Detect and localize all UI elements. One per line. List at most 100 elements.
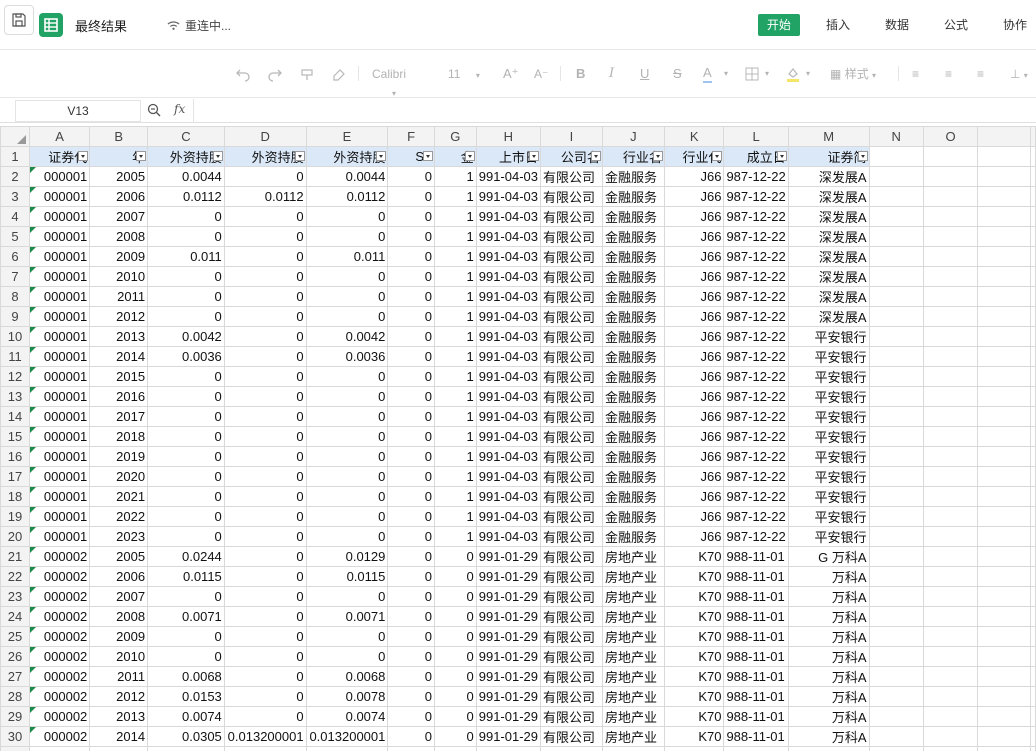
- cell[interactable]: 0.013200001: [223, 726, 307, 747]
- row-header[interactable]: 5: [0, 226, 30, 247]
- cell[interactable]: J66: [663, 366, 725, 387]
- cell[interactable]: 平安银行: [787, 366, 870, 387]
- cell[interactable]: 有限公司: [540, 426, 603, 447]
- cell[interactable]: 房地产业: [601, 666, 665, 687]
- cell[interactable]: 0: [387, 526, 435, 547]
- cell[interactable]: 2010: [89, 646, 149, 667]
- cell[interactable]: 991-01-29: [475, 666, 542, 687]
- cell[interactable]: [1030, 726, 1036, 747]
- cell[interactable]: 0: [305, 426, 389, 447]
- cell[interactable]: J66: [663, 206, 725, 227]
- cell[interactable]: K70: [663, 586, 725, 607]
- undo-icon[interactable]: [236, 65, 250, 83]
- cell[interactable]: 0: [147, 446, 225, 467]
- cell[interactable]: 000001: [28, 506, 91, 527]
- cell[interactable]: 0: [305, 646, 389, 667]
- cell[interactable]: 1: [433, 526, 477, 547]
- cell[interactable]: [1030, 706, 1036, 727]
- cell[interactable]: 988-11-01: [723, 726, 789, 747]
- cell[interactable]: 金融服务: [601, 226, 665, 247]
- cell[interactable]: [922, 306, 979, 327]
- cell[interactable]: [977, 686, 1031, 707]
- row-header[interactable]: 27: [0, 666, 30, 687]
- filter-dropdown-icon[interactable]: [857, 151, 868, 161]
- align-right-icon[interactable]: ≡: [977, 65, 984, 83]
- cell[interactable]: 1: [433, 246, 477, 267]
- cell[interactable]: 987-12-22: [723, 526, 789, 547]
- cell[interactable]: J66: [663, 446, 725, 467]
- document-title[interactable]: 最终结果: [75, 16, 127, 35]
- row-header[interactable]: 19: [0, 506, 30, 527]
- cell[interactable]: 房地产业: [601, 566, 665, 587]
- cell[interactable]: 0: [305, 366, 389, 387]
- cell[interactable]: 988-11-01: [723, 606, 789, 627]
- cell[interactable]: 000001: [28, 386, 91, 407]
- cell[interactable]: 988-11-01: [723, 586, 789, 607]
- cell[interactable]: 987-12-22: [723, 226, 789, 247]
- cell[interactable]: 0: [223, 526, 307, 547]
- cell[interactable]: [868, 366, 924, 387]
- cell[interactable]: 0.0153: [147, 686, 225, 707]
- cell[interactable]: [868, 546, 924, 567]
- cell[interactable]: 0: [387, 446, 435, 467]
- cell[interactable]: 991-04-03: [475, 246, 542, 267]
- cell[interactable]: [977, 186, 1031, 207]
- cell[interactable]: [1030, 366, 1036, 387]
- cell[interactable]: [868, 266, 924, 287]
- cell[interactable]: 0.0044: [305, 166, 389, 187]
- cell[interactable]: [1030, 546, 1036, 567]
- cell[interactable]: 0: [223, 586, 307, 607]
- cell[interactable]: [922, 666, 979, 687]
- cell[interactable]: 2013: [89, 706, 149, 727]
- header-cell[interactable]: 证券简: [787, 146, 870, 167]
- cell[interactable]: 0: [223, 706, 307, 727]
- cell[interactable]: 988-11-01: [723, 666, 789, 687]
- cell[interactable]: [977, 166, 1031, 187]
- cell[interactable]: [868, 286, 924, 307]
- cell[interactable]: 有限公司: [540, 286, 603, 307]
- cell[interactable]: J66: [663, 506, 725, 527]
- cell[interactable]: [977, 506, 1031, 527]
- cell[interactable]: 平安银行: [787, 486, 870, 507]
- cell[interactable]: 2017: [89, 406, 149, 427]
- filter-dropdown-icon[interactable]: [529, 151, 540, 161]
- cell[interactable]: 1: [433, 466, 477, 487]
- column-header-h[interactable]: H: [475, 126, 542, 147]
- cell[interactable]: K70: [663, 726, 725, 747]
- cell[interactable]: [868, 446, 924, 467]
- cell[interactable]: 987-12-22: [723, 246, 789, 267]
- cell[interactable]: 0.011: [305, 246, 389, 267]
- column-header-g[interactable]: G: [433, 126, 477, 147]
- cell[interactable]: 1: [433, 426, 477, 447]
- column-header-empty[interactable]: [977, 126, 1031, 147]
- cell[interactable]: 万科A: [787, 726, 870, 747]
- cell[interactable]: 000001: [28, 366, 91, 387]
- cell[interactable]: 987-12-22: [723, 466, 789, 487]
- cell[interactable]: 有限公司: [540, 306, 603, 327]
- cell[interactable]: 987-12-22: [723, 206, 789, 227]
- cell[interactable]: 0: [387, 486, 435, 507]
- filter-dropdown-icon[interactable]: [78, 151, 89, 161]
- filter-dropdown-icon[interactable]: [422, 151, 433, 161]
- row-header[interactable]: 24: [0, 606, 30, 627]
- cell-name-box[interactable]: V13: [15, 100, 141, 122]
- cell[interactable]: [922, 406, 979, 427]
- cell[interactable]: [977, 646, 1031, 667]
- cell[interactable]: 0: [387, 586, 435, 607]
- cell[interactable]: 金融服务: [601, 466, 665, 487]
- cell[interactable]: 有限公司: [540, 686, 603, 707]
- header-cell[interactable]: ST: [387, 146, 435, 167]
- tab-collaborate[interactable]: 协作: [994, 14, 1036, 36]
- cell[interactable]: [1030, 486, 1036, 507]
- cell[interactable]: 000001: [28, 446, 91, 467]
- cell[interactable]: 0: [223, 166, 307, 187]
- cell[interactable]: 1: [433, 506, 477, 527]
- cell[interactable]: 991-04-03: [475, 526, 542, 547]
- cell[interactable]: 2012: [89, 306, 149, 327]
- cell[interactable]: [868, 726, 924, 747]
- cell[interactable]: [922, 506, 979, 527]
- cell[interactable]: 991-01-29: [475, 726, 542, 747]
- cell[interactable]: 0: [223, 226, 307, 247]
- cell[interactable]: 0: [223, 346, 307, 367]
- cell[interactable]: [922, 446, 979, 467]
